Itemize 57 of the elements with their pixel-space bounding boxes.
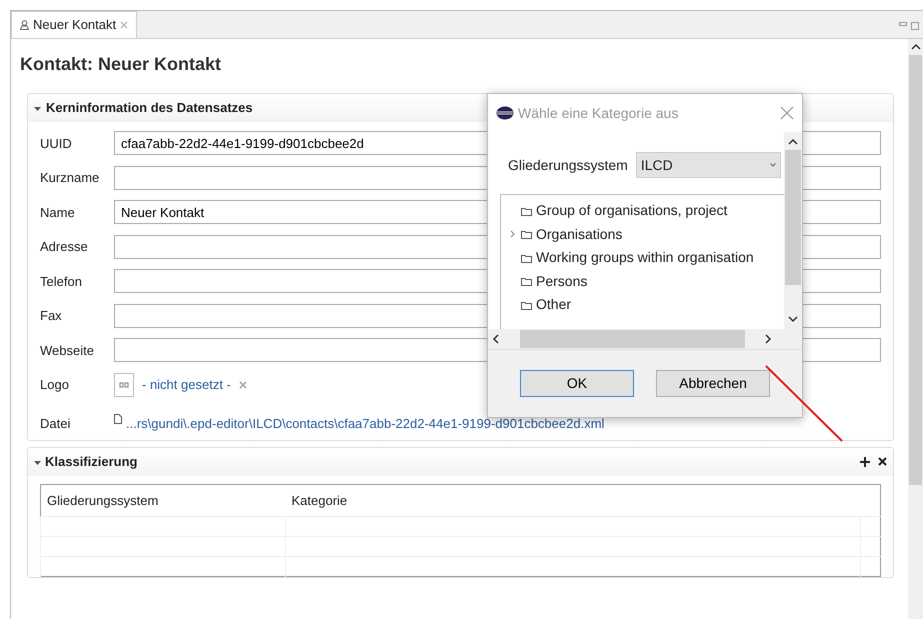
scroll-up-icon[interactable] [910, 43, 920, 51]
maximize-icon[interactable] [911, 22, 919, 30]
add-icon[interactable] [860, 457, 870, 467]
scroll-right-icon[interactable] [764, 334, 772, 344]
dialog-title: Wähle eine Kategorie aus [518, 104, 680, 123]
editor-tab[interactable]: Neuer Kontakt [11, 11, 138, 38]
remove-icon[interactable] [878, 457, 887, 466]
vertical-scrollbar[interactable] [784, 132, 802, 329]
scrollbar-thumb[interactable] [520, 330, 744, 348]
folder-icon [521, 252, 532, 263]
field-label: UUID [40, 134, 73, 152]
collapse-icon[interactable] [34, 104, 41, 112]
system-dropdown[interactable]: ILCD [636, 152, 781, 178]
close-icon[interactable] [120, 21, 128, 29]
column-header: Gliederungssystem [40, 484, 286, 516]
vertical-scrollbar[interactable] [908, 39, 923, 619]
dropdown-caret-icon [770, 163, 776, 167]
column-header: Kategorie [286, 484, 860, 516]
cancel-button[interactable]: Abbrechen [656, 370, 770, 397]
person-icon [20, 20, 29, 30]
tree-item[interactable]: Other [501, 293, 784, 316]
tree-item[interactable]: Group of organisations, project [501, 199, 784, 222]
expand-icon[interactable] [509, 230, 517, 238]
image-placeholder-icon[interactable] [114, 372, 134, 397]
folder-icon [521, 206, 532, 216]
tree-item[interactable]: Persons [501, 270, 784, 293]
section-title: Kerninformation des Datensatzes [46, 99, 253, 118]
minimize-icon[interactable] [899, 22, 907, 27]
field-label: Gliederungssystem [508, 156, 628, 175]
tree-item[interactable]: Organisations [501, 222, 784, 246]
folder-icon [521, 276, 532, 286]
section-title: Klassifizierung [45, 453, 138, 472]
logo-link[interactable]: - nicht gesetzt - [142, 375, 231, 394]
field-label: Name [40, 204, 76, 222]
tree-item[interactable]: Working groups within organisation [501, 246, 784, 270]
scroll-up-icon[interactable] [788, 138, 798, 146]
field-label: Kurzname [40, 169, 100, 187]
folder-icon [521, 300, 532, 310]
field-label: Fax [40, 307, 63, 325]
scrollbar-thumb[interactable] [909, 55, 922, 485]
file-icon [114, 414, 122, 424]
scroll-down-icon[interactable] [788, 315, 798, 323]
field-label: Datei [40, 415, 72, 434]
scroll-left-icon[interactable] [492, 334, 500, 344]
file-path-link[interactable]: ...rs\gundi\.epd-editor\ILCD\contacts\cfaa7abb-22d2-44e1-9199-d901cbcbee2d.xml [126, 414, 604, 434]
field-label: Telefon [40, 272, 83, 290]
folder-icon [521, 229, 532, 240]
close-icon[interactable] [780, 106, 794, 120]
app-logo-icon [496, 106, 514, 120]
form-heading: Kontakt: Neuer Kontakt [20, 53, 222, 76]
collapse-icon[interactable] [34, 458, 41, 466]
ok-button[interactable]: OK [520, 370, 634, 397]
field-label: Adresse [40, 238, 89, 256]
scrollbar-thumb[interactable] [785, 150, 801, 285]
field-label: Logo [40, 376, 70, 394]
horizontal-scrollbar[interactable] [488, 329, 802, 349]
field-label: Webseite [40, 342, 95, 360]
